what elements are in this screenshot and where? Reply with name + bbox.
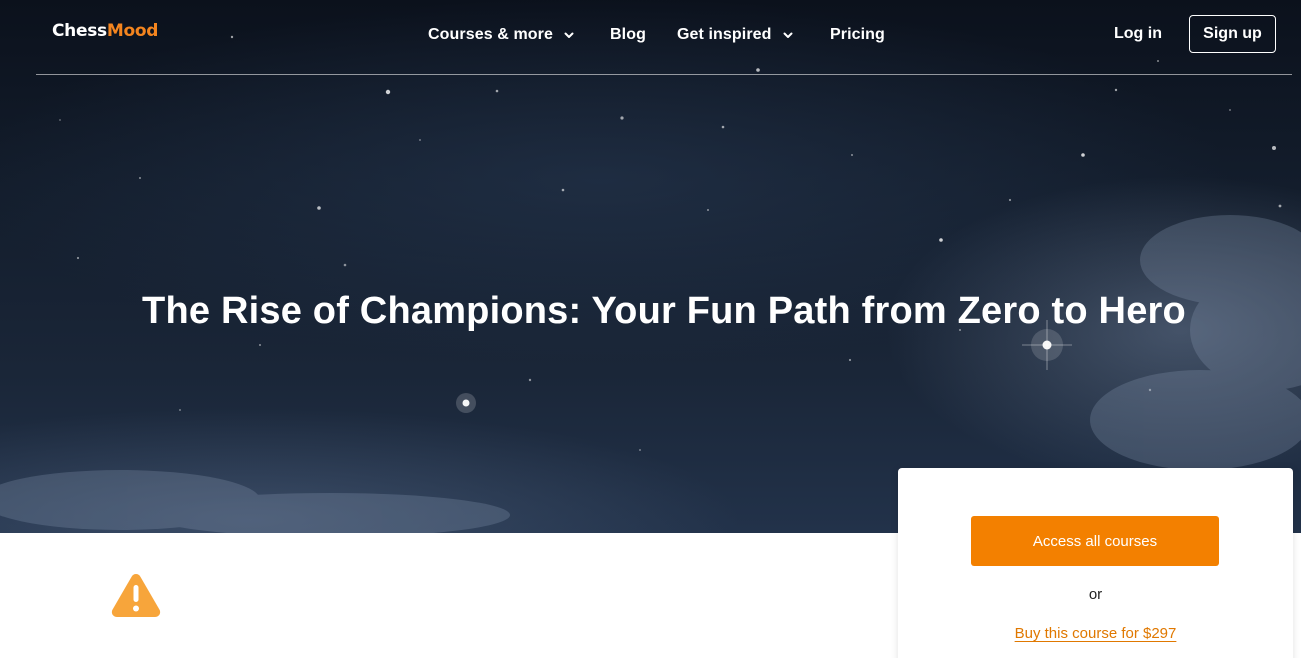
buy-course-link[interactable]: Buy this course for $297 — [898, 625, 1293, 642]
or-separator: or — [1088, 586, 1103, 603]
nav-link-courses: Courses & more — [428, 26, 575, 44]
access-all-courses-label: Access all courses — [1032, 532, 1158, 550]
chessmood-logo[interactable]: ChessMood — [52, 21, 158, 45]
logo-text-main: Chess — [52, 21, 107, 41]
nav-item-blog[interactable]: Blog — [610, 24, 646, 46]
login-link[interactable]: Log in — [1114, 25, 1162, 43]
hero-banner: ChessMood Courses & more Blog Get inspir… — [0, 0, 1301, 533]
nav-label-get-inspired: Get inspired — [677, 26, 772, 43]
starfield-background — [0, 35, 1301, 533]
nav-label-blog: Blog — [610, 26, 646, 43]
nav-divider — [36, 74, 1292, 75]
nav-link-get-inspired: Get inspired — [677, 26, 794, 44]
signup-button[interactable]: Sign up — [1189, 15, 1276, 53]
purchase-card: Access all courses or Buy this course fo… — [898, 468, 1293, 658]
nav-item-courses[interactable]: Courses & more — [428, 24, 575, 46]
nav-item-get-inspired[interactable]: Get inspired — [677, 24, 794, 46]
nav-label-courses: Courses & more — [428, 26, 553, 43]
chevron-down-icon — [783, 32, 793, 38]
signup-label: Sign up — [1203, 25, 1262, 42]
warning-triangle-icon — [111, 574, 161, 617]
chevron-down-icon — [564, 32, 574, 38]
logo-text-accent: Mood — [106, 21, 159, 41]
nav-item-pricing[interactable]: Pricing — [830, 24, 885, 46]
nav-label-pricing: Pricing — [830, 26, 885, 43]
page-title: The Rise of Champions: Your Fun Path fro… — [142, 290, 1186, 332]
access-all-courses-button[interactable]: Access all courses — [971, 516, 1219, 566]
